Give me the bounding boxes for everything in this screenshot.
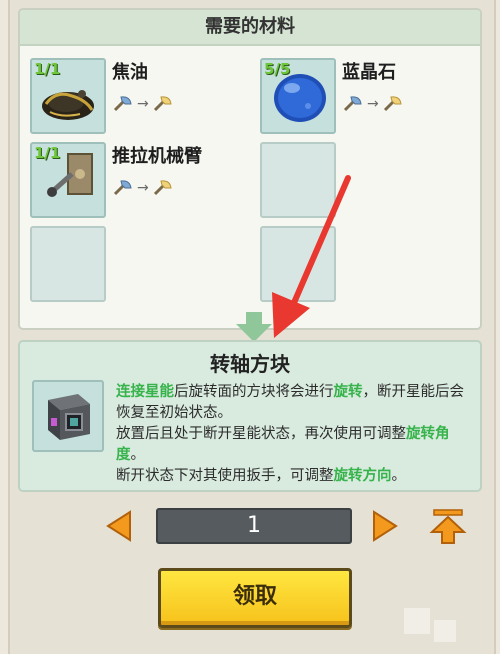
item-description: 连接星能后旋转面的方块将会进行旋转，断开星能后会恢复至初始状态。 放置后且处于断… <box>116 382 472 490</box>
material-count: 1/1 <box>34 144 61 162</box>
increase-arrow-icon[interactable] <box>372 510 398 542</box>
quantity-display: 1 <box>156 508 352 544</box>
desc-text: 后旋转面的方块将会进行 <box>174 384 334 400</box>
desc-highlight: 旋转方向 <box>333 468 392 484</box>
quantity-selector: 1 <box>0 506 500 546</box>
axe-icon-blue <box>113 180 132 196</box>
desc-text: 。 <box>391 468 407 484</box>
desc-highlight: 旋转 <box>333 384 363 400</box>
material-slot-tar[interactable]: 1/1 <box>30 58 106 134</box>
axe-icon-gold <box>153 96 172 112</box>
desc-text: 断开状态下对其使用扳手，可调整 <box>116 468 334 484</box>
materials-header: 需要的材料 <box>20 10 480 46</box>
material-name-mechanical-arm: 推拉机械臂 <box>112 146 202 167</box>
material-name-blue-crystal: 蓝晶石 <box>342 62 396 83</box>
material-slot-blue-crystal[interactable]: 5/5 <box>260 58 336 134</box>
tool-requirement: → <box>112 94 174 114</box>
red-annotation-arrow <box>272 175 351 338</box>
item-detail-panel: 转轴方块 连接星能后旋转面的方块将会进行旋转，断开星能后会恢复至初始状态。 放置… <box>18 340 482 492</box>
arrow-right-icon: → <box>137 96 149 112</box>
material-count: 5/5 <box>264 60 291 78</box>
rotation-block-icon <box>48 394 90 440</box>
material-count: 1/1 <box>34 60 61 78</box>
axe-icon-gold <box>383 96 402 112</box>
item-icon-slot <box>32 380 104 452</box>
tool-requirement: → <box>342 94 404 114</box>
watermark <box>404 608 430 634</box>
axe-icon-gold <box>153 180 172 196</box>
axe-icon-blue <box>343 96 362 112</box>
material-name-tar: 焦油 <box>112 62 148 83</box>
max-quantity-icon[interactable] <box>428 506 468 546</box>
materials-panel: 需要的材料 1/1 焦油 → 5/5 蓝晶石 → 1/1 推拉机械臂 → <box>18 8 482 330</box>
arrow-right-icon: → <box>137 180 149 196</box>
decrease-arrow-icon[interactable] <box>106 510 132 542</box>
desc-text: 。 <box>130 447 146 463</box>
item-title: 转轴方块 <box>210 352 290 376</box>
desc-highlight: 连接星能 <box>116 384 174 400</box>
claim-button[interactable]: 领取 <box>158 568 352 628</box>
desc-text: 放置后且处于断开星能状态，再次使用可调整 <box>116 426 406 442</box>
material-slot-mechanical-arm[interactable]: 1/1 <box>30 142 106 218</box>
material-slot-empty <box>30 226 106 302</box>
tool-requirement: → <box>112 178 174 198</box>
arrow-right-icon: → <box>367 96 379 112</box>
axe-icon-blue <box>113 96 132 112</box>
watermark <box>434 620 456 642</box>
